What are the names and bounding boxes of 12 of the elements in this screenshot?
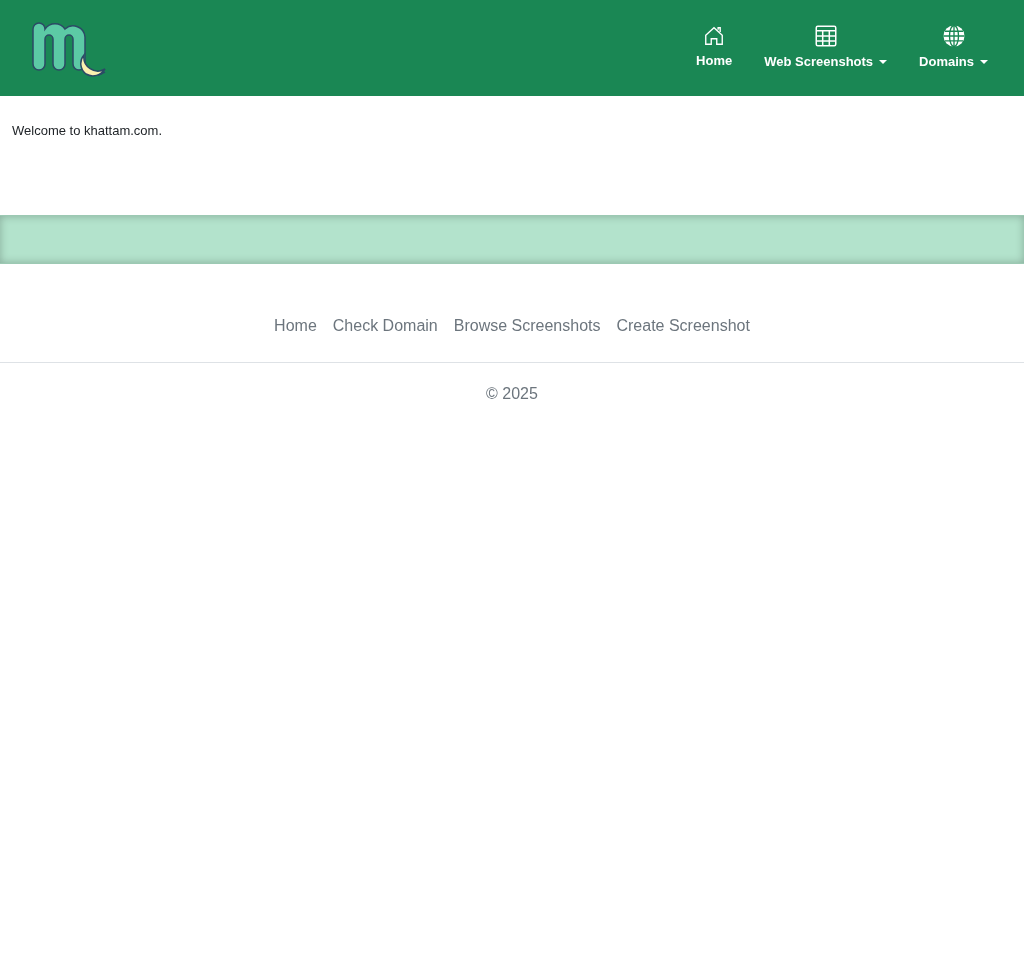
welcome-text: Welcome to khattam.com. [12, 122, 163, 140]
copyright-text: © 2025 [486, 384, 538, 404]
globe-icon [941, 24, 966, 49]
nav-link[interactable]: Home [696, 25, 733, 71]
house-icon [703, 25, 726, 48]
footer-link[interactable]: Browse Screenshots [453, 314, 601, 338]
table-icon [813, 24, 838, 49]
footer-link[interactable]: Check Domain [332, 314, 438, 338]
nav-link[interactable]: Web Screenshots [764, 24, 888, 72]
footer-link[interactable]: Home [274, 314, 317, 338]
nav-link[interactable]: Domains [919, 24, 988, 72]
footer-link[interactable]: Create Screenshot [616, 314, 750, 338]
